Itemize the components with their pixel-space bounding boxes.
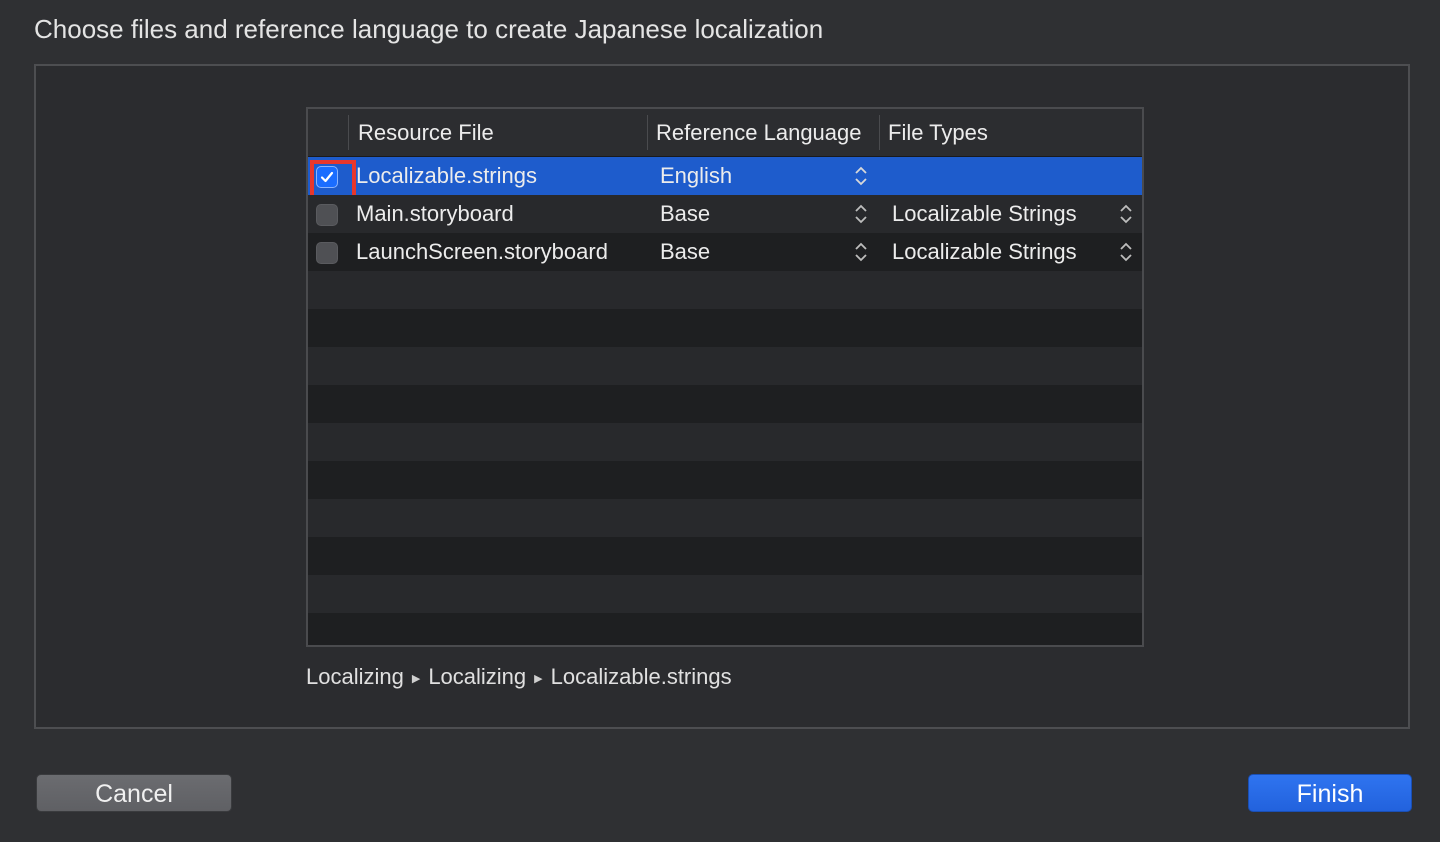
cancel-button[interactable]: Cancel [36, 774, 232, 812]
empty-row [308, 613, 1142, 645]
include-checkbox[interactable] [310, 160, 356, 206]
content-panel: Resource File Reference Language File Ty… [34, 64, 1410, 729]
breadcrumb-item[interactable]: Localizing [306, 664, 404, 689]
empty-row [308, 271, 1142, 309]
resource-file-name: LaunchScreen.storyboard [356, 239, 608, 264]
empty-row [308, 423, 1142, 461]
stepper-icon[interactable] [854, 203, 868, 225]
empty-row [308, 537, 1142, 575]
empty-row [308, 385, 1142, 423]
include-checkbox[interactable] [316, 204, 338, 226]
triangle-right-icon: ▶ [411, 672, 421, 685]
stepper-icon[interactable] [854, 165, 868, 187]
dialog-title: Choose files and reference language to c… [34, 14, 824, 44]
reference-language-value[interactable]: English [660, 157, 732, 195]
stepper-icon[interactable] [1119, 241, 1133, 263]
breadcrumb-item[interactable]: Localizing [428, 664, 526, 689]
column-header-file-types[interactable]: File Types [888, 109, 988, 156]
stepper-icon[interactable] [1119, 203, 1133, 225]
resource-file-name: Localizable.strings [356, 163, 537, 188]
table-row[interactable]: Localizable.strings English [308, 157, 1142, 206]
empty-row [308, 461, 1142, 499]
breadcrumb: Localizing ▶ Localizing ▶ Localizable.string… [306, 664, 732, 690]
finish-button[interactable]: Finish [1248, 774, 1412, 812]
breadcrumb-item[interactable]: Localizable.strings [551, 664, 732, 689]
triangle-right-icon: ▶ [534, 672, 543, 685]
stepper-icon[interactable] [854, 241, 868, 263]
empty-row [308, 575, 1142, 613]
empty-row [308, 309, 1142, 347]
empty-row [308, 347, 1142, 385]
column-separator [647, 115, 648, 150]
file-type-value[interactable]: Localizable Strings [892, 195, 1077, 233]
column-header-reference-language[interactable]: Reference Language [656, 109, 862, 156]
column-header-resource-file[interactable]: Resource File [358, 109, 494, 156]
column-separator [879, 115, 880, 150]
resource-table: Resource File Reference Language File Ty… [306, 107, 1144, 647]
table-row[interactable]: Main.storyboard Base Localizable Strings [308, 195, 1142, 233]
empty-row [308, 499, 1142, 537]
file-type-value[interactable]: Localizable Strings [892, 233, 1077, 271]
table-body: Localizable.strings English Main.storybo… [308, 157, 1142, 645]
reference-language-value[interactable]: Base [660, 195, 710, 233]
localization-dialog: Choose files and reference language to c… [0, 0, 1440, 842]
resource-file-name: Main.storyboard [356, 201, 514, 226]
table-header: Resource File Reference Language File Ty… [308, 109, 1142, 157]
table-row[interactable]: LaunchScreen.storyboard Base Localizable… [308, 233, 1142, 271]
reference-language-value[interactable]: Base [660, 233, 710, 271]
include-checkbox[interactable] [316, 242, 338, 264]
column-separator [348, 115, 349, 150]
